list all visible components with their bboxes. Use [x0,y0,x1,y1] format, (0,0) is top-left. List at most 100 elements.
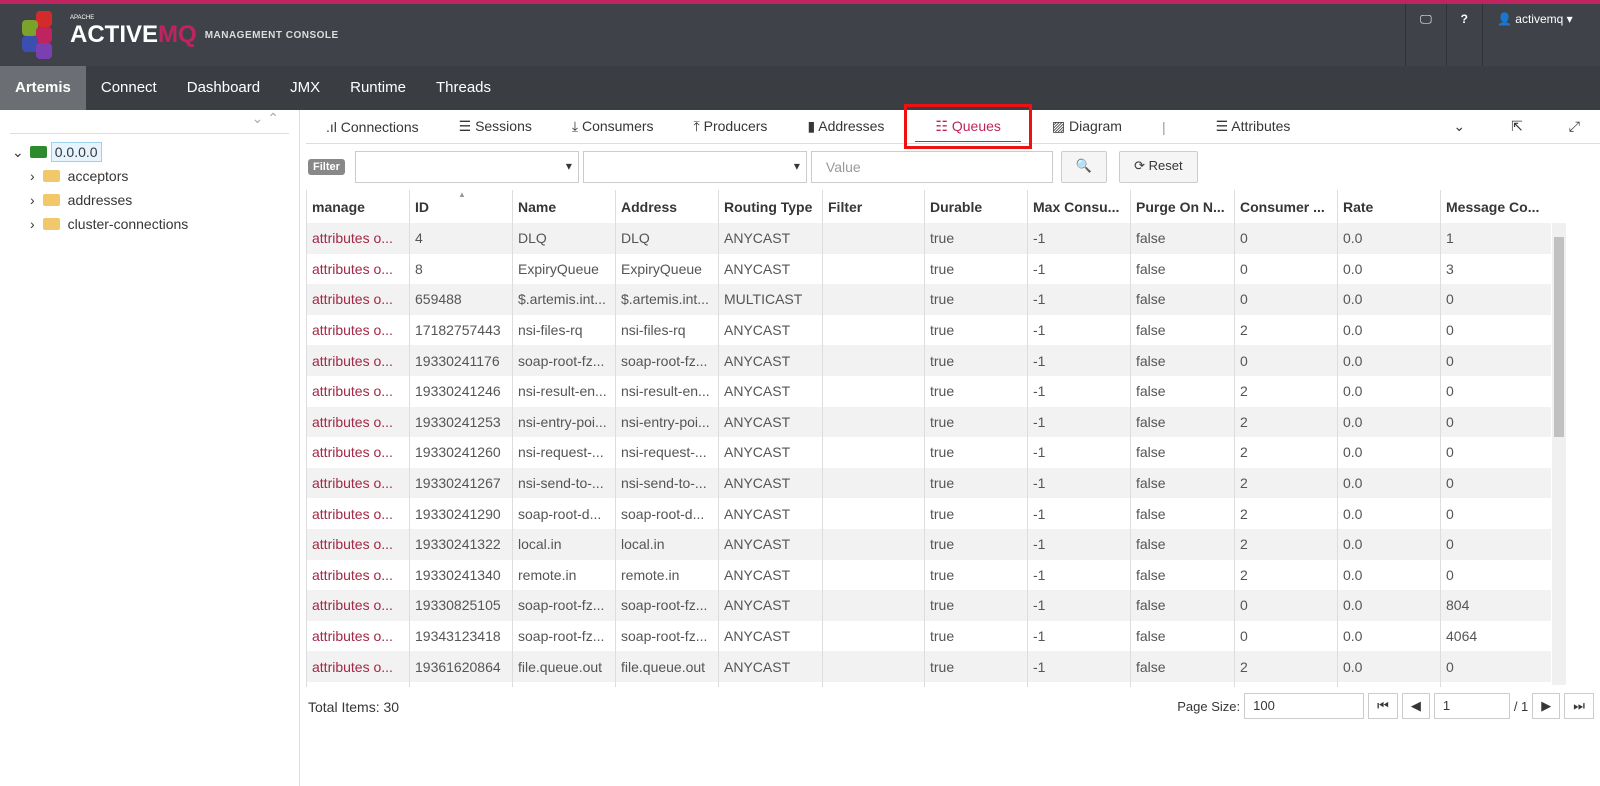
share-icon[interactable]: ⇱ [1511,118,1523,135]
table-cell: soap-root-fz... [615,620,719,652]
column-header[interactable]: Routing Type [718,190,823,223]
table-cell: soap-root-fz... [615,590,719,621]
filter-operation-select[interactable] [582,151,807,183]
manage-link[interactable]: attributes o... [306,528,410,560]
manage-link[interactable]: attributes o... [306,590,410,621]
table-row[interactable]: attributes o... 19343123418 soap-root-fz..… [306,620,1551,652]
table-cell: 19361620864 [409,651,513,682]
table-row[interactable]: attributes o... 17182757443 nsi-files-rq ns… [306,314,1551,346]
collapse-all-icon[interactable]: ⌄ [252,110,264,126]
column-header[interactable]: Max Consu... [1027,190,1131,223]
manage-link[interactable]: attributes o... [306,559,410,591]
column-header[interactable]: Message Co... [1440,190,1551,223]
vertical-scrollbar[interactable] [1552,223,1566,685]
table-row[interactable]: attributes o... 19361620864 file.queue.out… [306,651,1551,682]
manage-link[interactable]: attributes o... [306,498,410,529]
column-header[interactable]: Name [512,190,616,223]
table-cell: 4064 [1440,620,1551,652]
tree-node-root[interactable]: ⌄ 0.0.0.0 [0,140,299,164]
manage-link[interactable]: attributes o... [306,284,410,315]
table-row[interactable]: attributes o... 8 ExpiryQueue ExpiryQueue AN… [306,253,1551,285]
tree-node-addresses[interactable]: › addresses [0,188,299,212]
fullscreen-icon[interactable]: ⤢ [1569,118,1580,135]
table-row[interactable]: attributes o... 19330241340 remote.in remot… [306,559,1551,591]
table-cell: DLQ [615,223,719,254]
table-row[interactable]: attributes o... 19330241267 nsi-send-to-..… [306,467,1551,499]
tab-diagram[interactable]: ▨ Diagram [1032,118,1142,135]
prev-page-button[interactable]: ◀ [1401,693,1430,719]
nav-connect[interactable]: Connect [86,66,172,110]
column-header[interactable]: Purge On N... [1130,190,1235,223]
user-menu[interactable]: 👤 activemq ▾ [1482,4,1600,66]
first-page-button[interactable]: ⏮ [1368,693,1398,719]
manage-link[interactable]: attributes o... [306,345,410,376]
table-row[interactable]: attributes o... 659488 $.artemis.int... $.a… [306,284,1551,315]
manage-link[interactable]: attributes o... [306,406,410,438]
manage-link[interactable]: attributes o... [306,437,410,468]
page-input[interactable]: 1 [1433,693,1510,719]
table-cell: false [1130,223,1235,254]
table-cell: -1 [1027,528,1131,560]
page-size-select[interactable]: 100 [1244,693,1365,719]
nav-artemis[interactable]: Artemis [0,66,86,110]
table-row[interactable]: attributes o... 19330241260 nsi-request-..… [306,437,1551,468]
nav-threads[interactable]: Threads [421,66,506,110]
reset-button[interactable]: ⟳ Reset [1119,151,1198,183]
tab-connections[interactable]: .ıl Connections [306,119,439,135]
manage-link[interactable]: attributes o... [306,651,410,682]
table-cell: -1 [1027,253,1131,285]
table-row[interactable]: attributes o... 19330825105 soap-root-fz..… [306,590,1551,621]
table-row[interactable]: attributes o... 19330241246 nsi-result-en.… [306,375,1551,407]
table-cell: -1 [1027,345,1131,376]
table-row[interactable]: attributes o... 4 DLQ DLQ ANYCAST true -1 false… [306,223,1551,254]
column-header[interactable]: Address [615,190,719,223]
manage-link[interactable]: attributes o... [306,620,410,652]
column-header[interactable]: Durable [924,190,1028,223]
table-row[interactable]: attributes o... 19330241290 soap-root-d...… [306,498,1551,529]
filter-value-input[interactable]: Value [810,151,1053,183]
expand-all-icon[interactable]: ⌃ [267,110,279,126]
nav-runtime[interactable]: Runtime [335,66,421,110]
nav-dashboard[interactable]: Dashboard [172,66,275,110]
table-cell: 0.0 [1337,437,1441,468]
nav-jmx[interactable]: JMX [275,66,335,110]
table-cell [822,559,925,591]
tree-node-acceptors[interactable]: › acceptors [0,164,299,188]
tree-node-cluster-connections[interactable]: › cluster-connections [0,212,299,236]
activemq-logo-icon [22,11,64,59]
tab-consumers[interactable]: ⤓ Consumers [552,118,674,135]
help-icon[interactable]: ? [1445,4,1482,66]
table-cell: false [1130,375,1235,407]
manage-link[interactable]: attributes o... [306,375,410,407]
filter-field-select[interactable] [354,151,579,183]
table-row[interactable]: attributes o... 19330241176 soap-root-fz..… [306,345,1551,376]
search-button[interactable]: 🔍 [1060,151,1108,183]
table-cell: 0.0 [1337,375,1441,407]
manage-link[interactable]: attributes o... [306,467,410,499]
manage-link[interactable]: attributes o... [306,314,410,346]
column-header[interactable]: ID ▲ [409,190,513,223]
last-page-button[interactable]: ⏭ [1564,693,1594,719]
manage-link[interactable]: attributes o... [306,253,410,285]
manage-link[interactable]: attributes o... [306,223,410,254]
table-cell: file.queue.out [512,651,616,682]
table-cell: 1 [1440,223,1551,254]
column-header[interactable]: Rate [1337,190,1441,223]
table-cell [822,375,925,407]
tab-sessions[interactable]: ☰ Sessions [439,118,552,135]
tab-queues[interactable]: ☷ Queues [904,104,1032,149]
column-header[interactable]: Consumer ... [1234,190,1338,223]
jmx-tree: ⌄ 0.0.0.0 › acceptors › addresses › cluster-… [0,140,299,236]
table-row[interactable]: attributes o... 19330241322 local.in local.… [306,528,1551,560]
chevron-down-icon[interactable]: ⌄ [1453,118,1465,135]
table-cell: -1 [1027,437,1131,468]
tab-addresses[interactable]: ▮ Addresses [787,118,904,135]
column-header[interactable]: manage [306,190,410,223]
table-row[interactable]: attributes o... 19330241253 nsi-entry-poi.… [306,406,1551,438]
tab-producers[interactable]: ⤒ Producers [674,118,788,135]
column-header[interactable]: Filter [822,190,925,223]
next-page-button[interactable]: ▶ [1532,693,1561,719]
table-cell: ExpiryQueue [512,253,616,285]
monitor-icon[interactable]: 🖵 [1405,4,1446,66]
tab-attributes[interactable]: ☰ Attributes [1196,118,1311,135]
